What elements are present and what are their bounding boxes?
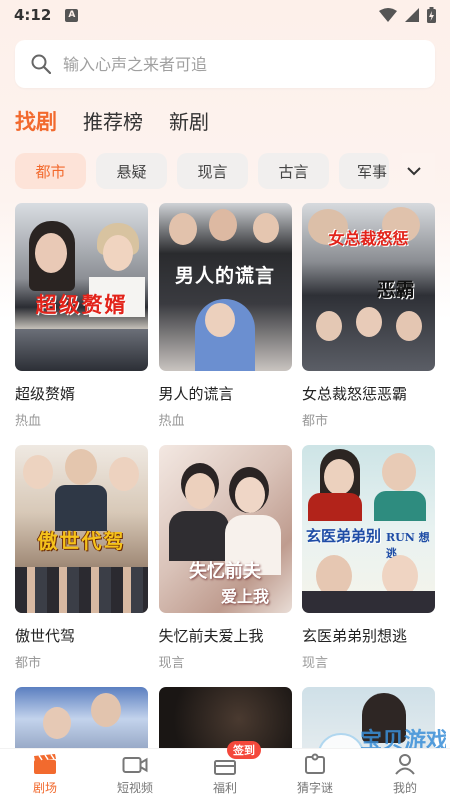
drama-card[interactable]: 女总裁怒惩 恶霸 女总裁怒惩恶霸 都市	[302, 203, 435, 429]
drama-tag: 都市	[15, 656, 42, 671]
drama-tag: 现言	[158, 656, 185, 671]
chip-modern-romance[interactable]: 现言	[177, 153, 248, 189]
nav-theater[interactable]: 剧场	[0, 749, 90, 800]
drama-poster: 超级赘婿	[15, 203, 148, 371]
tab-ranking[interactable]: 推荐榜	[83, 106, 143, 135]
chip-urban[interactable]: 都市	[15, 153, 86, 189]
drama-card[interactable]: 傲世代驾 傲世代驾 都市	[15, 445, 148, 671]
nav-label: 剧场	[32, 781, 57, 795]
nav-label: 福利	[212, 781, 237, 795]
drama-title: 超级赘婿	[15, 385, 76, 403]
video-camera-icon	[122, 757, 148, 773]
drama-card[interactable]: 超级赘婿 超级赘婿 热血	[15, 203, 148, 429]
wifi-icon	[379, 8, 397, 22]
drama-poster: 失忆前夫 爱上我	[158, 445, 292, 613]
puzzle-icon	[305, 753, 325, 774]
chip-military[interactable]: 军事	[339, 153, 389, 189]
drama-title: 男人的谎言	[158, 385, 234, 403]
poster-title-art: 傲世代驾	[37, 529, 126, 553]
drama-card[interactable]: 男人的谎言 男人的谎言 热血	[158, 203, 292, 429]
search-bar[interactable]	[15, 40, 435, 88]
nav-mine[interactable]: 我的	[360, 749, 450, 800]
battery-icon	[427, 7, 436, 23]
drama-poster: 玄医弟弟别 RUN 想逃	[302, 445, 435, 613]
sim-icon: A	[65, 8, 79, 22]
category-chips: 都市 悬疑 现言 古言 军事	[15, 153, 435, 189]
drama-title: 女总裁怒惩恶霸	[302, 385, 408, 403]
status-icons	[379, 7, 436, 23]
status-bar: 4:12 A	[0, 0, 450, 30]
nav-label: 我的	[392, 781, 417, 795]
chevron-down-icon	[406, 167, 421, 176]
bottom-nav: 剧场 短视频 签到 福利 猜字谜 我的	[0, 741, 450, 800]
nav-welfare[interactable]: 签到 福利	[180, 741, 270, 800]
drama-card[interactable]: 玄医弟弟别 RUN 想逃 玄医弟弟别想逃 现言	[302, 445, 435, 671]
nav-short-video[interactable]: 短视频	[90, 749, 180, 800]
poster-title-art: 玄医弟弟别	[306, 527, 382, 545]
drama-poster: 傲世代驾	[15, 445, 148, 613]
drama-title: 傲世代驾	[15, 627, 76, 645]
expand-categories-button[interactable]	[392, 153, 435, 189]
clapperboard-icon	[34, 754, 56, 774]
drama-title: 失忆前夫爱上我	[158, 627, 264, 645]
status-time: 4:12	[14, 6, 52, 24]
poster-title-art: 超级赘婿	[35, 292, 128, 317]
drama-tag: 热血	[158, 414, 185, 429]
search-icon	[31, 54, 51, 74]
nav-label: 短视频	[116, 781, 153, 795]
top-tabs: 找剧 推荐榜 新剧	[15, 106, 209, 136]
person-icon	[395, 754, 415, 775]
drama-poster: 男人的谎言	[158, 203, 292, 371]
drama-poster: 女总裁怒惩 恶霸	[302, 203, 435, 371]
search-input[interactable]	[63, 54, 393, 74]
poster-title-art: 男人的谎言	[174, 265, 275, 287]
drama-tag: 都市	[302, 414, 329, 429]
drama-tag: 现言	[302, 656, 329, 671]
nav-riddle[interactable]: 猜字谜	[270, 749, 360, 800]
signal-icon	[405, 8, 419, 22]
drama-title: 玄医弟弟别想逃	[302, 627, 408, 645]
drama-card[interactable]: 失忆前夫 爱上我 失忆前夫爱上我 现言	[158, 445, 292, 671]
tab-new-drama[interactable]: 新剧	[169, 106, 209, 135]
chip-suspense[interactable]: 悬疑	[96, 153, 167, 189]
drama-grid: 超级赘婿 超级赘婿 热血 男人的谎言 男人的谎言 热血 女总裁怒惩 恶霸 女总裁…	[15, 203, 435, 767]
poster-title-art: 女总裁怒惩	[328, 229, 409, 248]
sign-in-badge[interactable]: 签到	[227, 741, 261, 759]
chip-ancient-romance[interactable]: 古言	[258, 153, 329, 189]
nav-label: 猜字谜	[296, 781, 333, 795]
drama-tag: 热血	[15, 414, 42, 429]
tab-find-drama[interactable]: 找剧	[15, 106, 57, 136]
poster-title-art-2: 恶霸	[376, 279, 415, 301]
poster-title-art: 失忆前夫	[189, 561, 261, 582]
poster-title-art-2: 爱上我	[220, 587, 269, 606]
